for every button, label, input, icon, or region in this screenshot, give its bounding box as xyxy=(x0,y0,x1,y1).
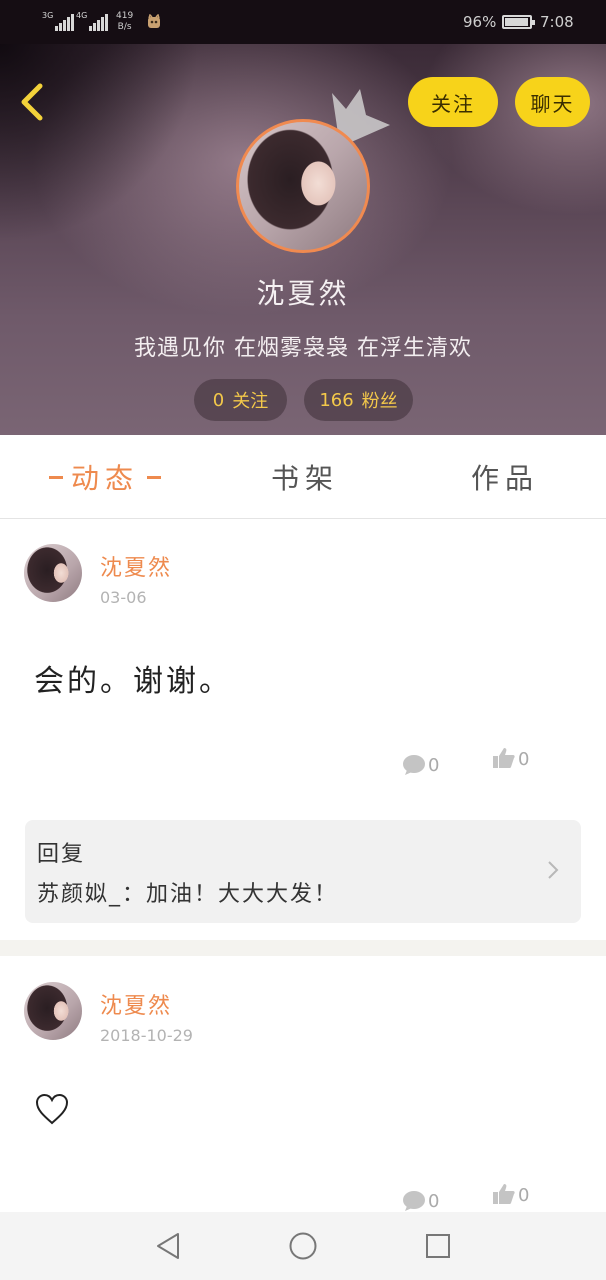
tab-works[interactable]: 作品 xyxy=(420,435,590,519)
chevron-left-icon xyxy=(21,83,43,121)
network-speed: 419 B/s xyxy=(116,0,133,44)
post-date: 03-06 xyxy=(100,588,147,607)
comment-action[interactable]: 0 xyxy=(402,754,439,776)
post-author-avatar[interactable] xyxy=(24,982,82,1040)
reply-text: 苏颜姒_：加油！大大大发！ xyxy=(37,882,339,907)
comment-action[interactable]: 0 xyxy=(402,1190,439,1212)
notification-app-icon xyxy=(146,0,162,44)
signal-2: 4G xyxy=(76,0,109,44)
profile-tabs: 动态 书架 作品 xyxy=(0,435,606,519)
thumbs-up-icon xyxy=(493,748,515,768)
nav-back-button[interactable] xyxy=(150,1228,186,1264)
clock: 7:08 xyxy=(540,13,574,31)
comment-count: 0 xyxy=(428,755,440,776)
post-divider xyxy=(0,940,606,956)
comment-bubble-icon xyxy=(403,755,425,775)
heart-outline-icon xyxy=(34,1092,70,1130)
post-author-avatar[interactable] xyxy=(24,544,82,602)
chat-button[interactable]: 聊天 xyxy=(515,77,590,127)
following-stat[interactable]: 0 关注 xyxy=(194,379,287,421)
follow-button[interactable]: 关注 xyxy=(408,77,498,127)
status-bar: 3G 4G 419 B/s 96% 7:08 xyxy=(0,0,606,44)
tab-dynamics-label: 动态 xyxy=(70,462,139,495)
network-type-1: 3G xyxy=(42,10,54,20)
network-speed-value: 419 xyxy=(116,11,134,21)
like-action[interactable]: 0 xyxy=(492,1182,529,1206)
network-speed-unit: B/s xyxy=(117,22,132,32)
back-button[interactable] xyxy=(14,80,50,124)
system-nav-bar xyxy=(0,1212,606,1280)
post-text: 会的。谢谢。 xyxy=(34,664,232,699)
profile-header: 关注 聊天 沈夏然 我遇见你 在烟雾袅袅 在浮生清欢 0 关注 166 粉丝 xyxy=(0,44,606,435)
tab-dynamics[interactable]: 动态 xyxy=(20,435,190,519)
chevron-right-icon xyxy=(547,860,559,884)
profile-name: 沈夏然 xyxy=(256,277,350,310)
profile-avatar[interactable] xyxy=(236,119,370,253)
tab-indicator-right xyxy=(147,475,161,479)
circle-home-icon xyxy=(289,1232,317,1260)
nav-recents-button[interactable] xyxy=(420,1228,456,1264)
square-recents-icon xyxy=(426,1234,450,1258)
battery-percent: 96% xyxy=(463,13,497,31)
tab-works-label: 作品 xyxy=(470,462,539,495)
fans-count: 166 xyxy=(319,389,354,411)
comment-bubble-icon xyxy=(403,1191,425,1211)
like-count: 0 xyxy=(518,1185,530,1206)
following-label: 关注 xyxy=(232,391,269,412)
reply-preview[interactable]: 回复 苏颜姒_：加油！大大大发！ xyxy=(25,820,581,923)
network-type-2: 4G xyxy=(76,10,88,20)
signal-bars-icon xyxy=(89,13,109,31)
post-date: 2018-10-29 xyxy=(100,1026,193,1045)
profile-signature: 我遇见你 在烟雾袅袅 在浮生清欢 xyxy=(134,336,472,361)
fans-stat[interactable]: 166 粉丝 xyxy=(304,379,413,421)
battery-icon xyxy=(502,0,535,44)
post-author-name[interactable]: 沈夏然 xyxy=(100,550,172,582)
triangle-back-icon xyxy=(157,1233,179,1259)
signal-bars-icon xyxy=(55,13,75,31)
tab-bookshelf-label: 书架 xyxy=(270,462,339,495)
post-author-name[interactable]: 沈夏然 xyxy=(100,988,172,1020)
thumbs-up-icon xyxy=(493,1184,515,1204)
fans-label: 粉丝 xyxy=(361,391,398,412)
following-count: 0 xyxy=(212,389,225,411)
like-count: 0 xyxy=(518,749,530,770)
like-action[interactable]: 0 xyxy=(492,746,529,770)
tab-bookshelf[interactable]: 书架 xyxy=(220,435,390,519)
signal-1: 3G xyxy=(42,0,75,44)
comment-count: 0 xyxy=(428,1191,440,1212)
nav-home-button[interactable] xyxy=(285,1228,321,1264)
reply-title: 回复 xyxy=(37,842,86,867)
tab-indicator-left xyxy=(48,475,63,479)
